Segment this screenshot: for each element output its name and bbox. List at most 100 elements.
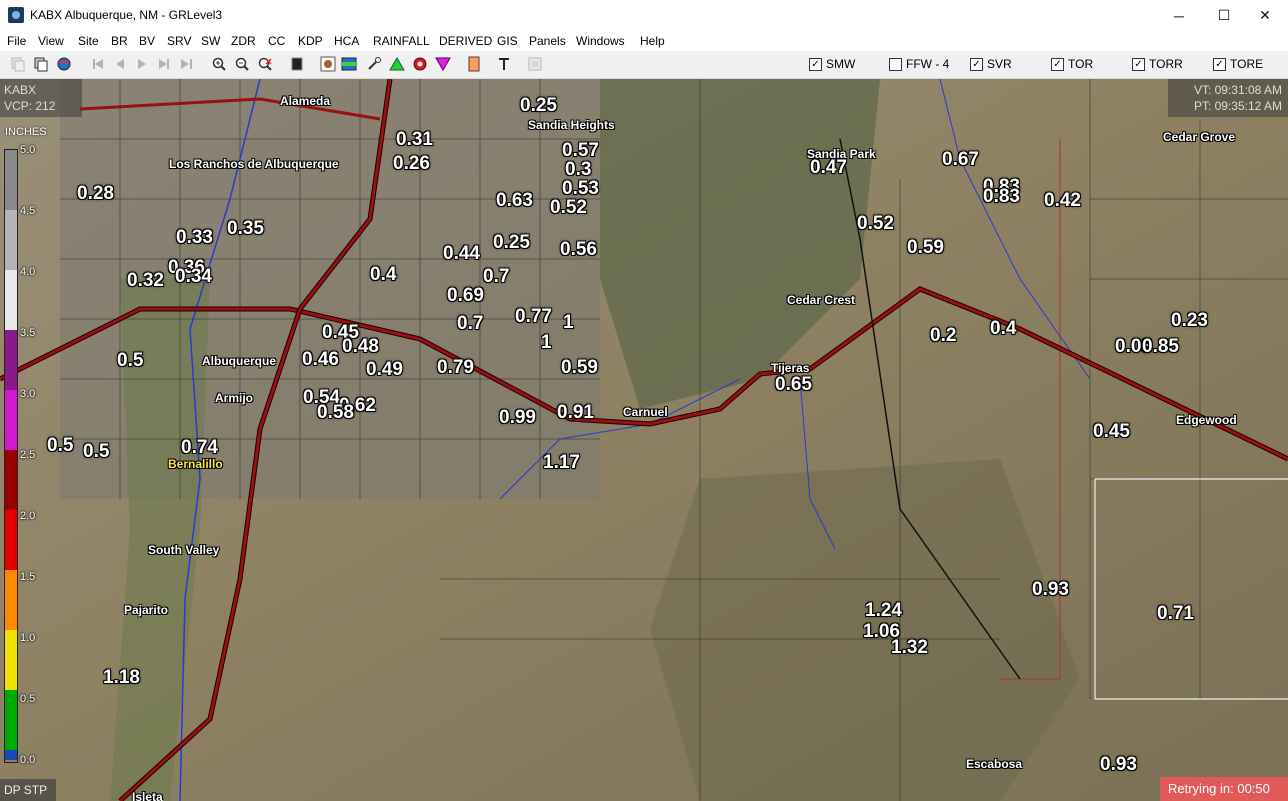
rain-value: 0.33 (176, 227, 213, 248)
text-tool-icon[interactable] (496, 56, 512, 72)
torr-checkbox[interactable]: ✓ (1132, 57, 1145, 71)
menu-sw[interactable]: SW (201, 34, 220, 48)
menu-rainfall[interactable]: RAINFALL (373, 34, 430, 48)
rain-value: 0.93 (1100, 754, 1137, 775)
rain-value: 1 (563, 312, 574, 333)
paste-icon[interactable] (33, 56, 49, 72)
inverted-triangle-icon[interactable] (435, 56, 451, 72)
rain-value: 0.7 (483, 266, 510, 287)
marker-icon[interactable] (466, 56, 482, 72)
menu-cc[interactable]: CC (268, 34, 285, 48)
app-icon (8, 7, 24, 23)
radar-site: KABX (4, 83, 37, 97)
menu-bar: File View Site BR BV SRV SW ZDR CC KDP H… (0, 31, 1288, 51)
radar-map[interactable]: KABX VCP: 212 VT: 09:31:08 AM PT: 09:35:… (0, 79, 1288, 801)
minimize-button[interactable]: ─ (1156, 0, 1202, 31)
smw-checkbox[interactable]: ✓ (809, 57, 822, 71)
menu-zdr[interactable]: ZDR (231, 34, 256, 48)
rain-value: 0.46 (302, 349, 339, 370)
rain-value: 0.44 (443, 243, 480, 264)
rain-value: 0.34 (175, 266, 212, 287)
maximize-button[interactable]: ☐ (1201, 0, 1247, 31)
rain-value: 0.52 (857, 213, 894, 234)
rain-value: 1.17 (543, 452, 580, 473)
rain-value: 0.31 (396, 129, 433, 150)
warning-toggle-smw[interactable]: ✓ SMW (809, 57, 855, 71)
copy-icon[interactable] (10, 56, 26, 72)
legend-tick: 0.0 (20, 754, 36, 766)
menu-gis[interactable]: GIS (497, 34, 518, 48)
ffw-label: FFW - 4 (906, 57, 950, 71)
place-label: Tijeras (771, 361, 810, 375)
menu-panels[interactable]: Panels (529, 34, 566, 48)
first-frame-icon[interactable] (90, 56, 106, 72)
circle-icon[interactable] (412, 56, 428, 72)
rain-value: 0.35 (227, 218, 264, 239)
legend-unit: INCHES (5, 126, 47, 138)
rain-value: 0.79 (437, 357, 474, 378)
rain-value: 0.52 (550, 197, 587, 218)
zoom-reset-icon[interactable] (257, 56, 273, 72)
warning-toggle-svr[interactable]: ✓ SVR (970, 57, 1012, 71)
menu-srv[interactable]: SRV (167, 34, 191, 48)
menu-site[interactable]: Site (78, 34, 99, 48)
menu-hca[interactable]: HCA (334, 34, 359, 48)
warning-toggle-torr[interactable]: ✓ TORR (1132, 57, 1183, 71)
warning-toggle-ffw[interactable]: FFW - 4 (889, 57, 949, 71)
colorbar-icon[interactable] (341, 56, 357, 72)
storm-icon[interactable] (320, 56, 336, 72)
toolbar: ✓ SMW FFW - 4 ✓ SVR ✓ TOR ✓ TORR ✓ TORE (0, 51, 1288, 79)
menu-derived[interactable]: DERIVED (439, 34, 492, 48)
menu-windows[interactable]: Windows (576, 34, 625, 48)
zoom-out-icon[interactable] (234, 56, 250, 72)
product-time: PT: 09:35:12 AM (1193, 99, 1282, 113)
rain-value: 0.58 (317, 402, 354, 423)
radar-vcp: VCP: 212 (4, 99, 56, 113)
rain-value: 1.24 (865, 600, 902, 621)
rain-value: 0.49 (366, 359, 403, 380)
tor-checkbox[interactable]: ✓ (1051, 57, 1064, 71)
legend-tick: 1.5 (20, 571, 36, 583)
square-icon[interactable] (527, 56, 543, 72)
menu-br[interactable]: BR (111, 34, 128, 48)
place-label: Los Ranchos de Albuquerque (169, 157, 339, 171)
legend-tick: 3.5 (20, 327, 36, 339)
rain-value: 0.85 (1142, 336, 1179, 357)
zoom-in-icon[interactable] (211, 56, 227, 72)
rain-value: 0.7 (457, 313, 484, 334)
radar-time-box: VT: 09:31:08 AM PT: 09:35:12 AM (1168, 79, 1288, 117)
last-frame-icon[interactable] (178, 56, 194, 72)
legend-tick: 1.0 (20, 632, 36, 644)
triangle-icon[interactable] (389, 56, 405, 72)
legend-tick: 2.0 (20, 510, 36, 522)
layer-icon[interactable] (289, 56, 305, 72)
rain-value: 1.18 (103, 667, 140, 688)
tore-checkbox[interactable]: ✓ (1213, 57, 1226, 71)
rain-value: 0.25 (493, 232, 530, 253)
rain-value: 0.26 (393, 153, 430, 174)
play-icon[interactable] (134, 56, 150, 72)
ffw-checkbox[interactable] (889, 57, 902, 71)
rain-value: 0.74 (181, 437, 218, 458)
place-label: Edgewood (1176, 413, 1237, 427)
rain-value: 0.69 (447, 285, 484, 306)
legend-tick: 4.5 (20, 205, 36, 217)
close-button[interactable]: ✕ (1242, 0, 1288, 31)
warning-toggle-tore[interactable]: ✓ TORE (1213, 57, 1263, 71)
menu-help[interactable]: Help (640, 34, 665, 48)
menu-bv[interactable]: BV (139, 34, 155, 48)
rain-value: 0.25 (520, 95, 557, 116)
warning-toggle-tor[interactable]: ✓ TOR (1051, 57, 1093, 71)
menu-kdp[interactable]: KDP (298, 34, 323, 48)
menu-view[interactable]: View (38, 34, 64, 48)
rain-value: 0.63 (496, 190, 533, 211)
menu-file[interactable]: File (7, 34, 26, 48)
pin-icon[interactable] (366, 56, 382, 72)
place-label: Escabosa (966, 757, 1023, 771)
globe-icon[interactable] (56, 56, 72, 72)
rain-value: 0.99 (499, 407, 536, 428)
svr-checkbox[interactable]: ✓ (970, 57, 983, 71)
prev-frame-icon[interactable] (112, 56, 128, 72)
rain-value: 0.93 (1032, 579, 1069, 600)
next-frame-icon[interactable] (156, 56, 172, 72)
